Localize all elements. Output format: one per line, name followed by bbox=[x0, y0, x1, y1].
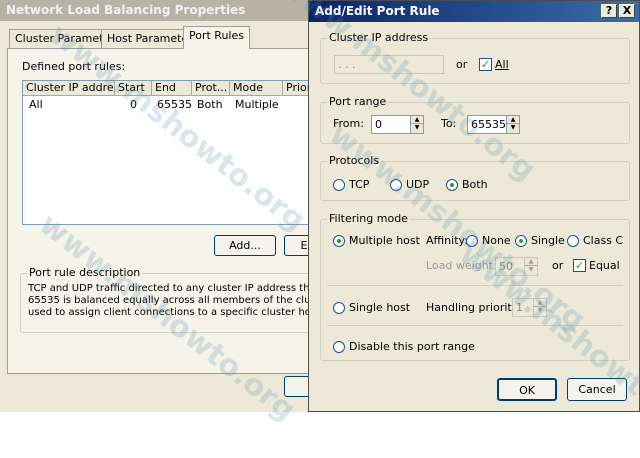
multiple-host-radio[interactable] bbox=[333, 235, 345, 247]
to-label: To: bbox=[441, 117, 457, 130]
spin-up-icon[interactable]: ▲ bbox=[534, 299, 546, 307]
single-host-label: Single host bbox=[349, 301, 411, 314]
spin-down-icon[interactable]: ▼ bbox=[411, 124, 423, 132]
spin-up-icon[interactable]: ▲ bbox=[411, 116, 423, 124]
multiple-host-label: Multiple host bbox=[349, 234, 420, 247]
from-port-input[interactable]: 0 bbox=[371, 115, 411, 134]
help-icon[interactable]: ? bbox=[601, 4, 617, 18]
nlb-window-title: Network Load Balancing Properties bbox=[0, 0, 312, 21]
affinity-none-label: None bbox=[482, 234, 511, 247]
affinity-single-radio[interactable] bbox=[515, 235, 527, 247]
add-edit-port-rule-dialog: Add/Edit Port Rule ? X Cluster IP addres… bbox=[308, 0, 640, 412]
port-rules-list[interactable]: Cluster IP address Start End Prot... Mod… bbox=[22, 80, 312, 225]
filtering-mode-group-title: Filtering mode bbox=[327, 212, 410, 226]
udp-radio[interactable] bbox=[390, 179, 402, 191]
affinity-single-label: Single bbox=[531, 234, 565, 247]
port-range-group-title: Port range bbox=[327, 95, 389, 109]
column-mode[interactable]: Mode bbox=[230, 81, 283, 96]
nlb-properties-window: Network Load Balancing Properties Cluste… bbox=[0, 0, 324, 412]
add-button[interactable]: Add... bbox=[214, 235, 276, 256]
tcp-radio[interactable] bbox=[333, 179, 345, 191]
cancel-button[interactable]: Cancel bbox=[567, 378, 627, 401]
handling-priority-input[interactable]: 1 bbox=[512, 298, 534, 317]
all-checkbox-label: All bbox=[495, 58, 509, 71]
defined-port-rules-label: Defined port rules: bbox=[22, 60, 126, 73]
equal-checkbox[interactable]: ✓ bbox=[573, 259, 586, 272]
all-checkbox[interactable]: ✓ bbox=[479, 58, 492, 71]
cluster-ip-or-label: or bbox=[456, 58, 468, 71]
load-weight-input[interactable]: 50 bbox=[495, 257, 525, 276]
affinity-class-c-radio[interactable] bbox=[567, 235, 579, 247]
spin-down-icon[interactable]: ▼ bbox=[534, 307, 546, 315]
disable-port-range-label: Disable this port range bbox=[349, 340, 475, 353]
both-radio[interactable] bbox=[446, 179, 458, 191]
spin-up-icon[interactable]: ▲ bbox=[507, 116, 519, 124]
description-line: TCP and UDP traffic directed to any clus… bbox=[28, 283, 312, 294]
list-header: Cluster IP address Start End Prot... Mod… bbox=[23, 81, 311, 96]
column-protocol[interactable]: Prot... bbox=[192, 81, 230, 96]
load-weight-spinner[interactable]: ▲ ▼ bbox=[524, 257, 538, 276]
to-port-input[interactable]: 65535 bbox=[467, 115, 507, 134]
from-label: From: bbox=[333, 117, 364, 130]
row-end: 65535 bbox=[157, 98, 192, 111]
tab-port-rules[interactable]: Port Rules bbox=[183, 26, 250, 49]
from-port-spinner[interactable]: ▲ ▼ bbox=[410, 115, 424, 134]
cluster-ip-field[interactable]: . . . bbox=[334, 55, 444, 74]
single-host-radio[interactable] bbox=[333, 302, 345, 314]
description-line: used to assign client connections to a s… bbox=[28, 307, 312, 318]
close-icon[interactable]: X bbox=[619, 4, 635, 18]
equal-checkbox-label: Equal bbox=[589, 259, 620, 272]
column-cluster-ip[interactable]: Cluster IP address bbox=[23, 81, 115, 96]
handling-priority-spinner[interactable]: ▲ ▼ bbox=[533, 298, 547, 317]
cluster-ip-group-title: Cluster IP address bbox=[327, 31, 431, 45]
description-title: Port rule description bbox=[27, 266, 143, 280]
port-rule-description-text: TCP and UDP traffic directed to any clus… bbox=[28, 283, 312, 319]
disable-port-range-radio[interactable] bbox=[333, 341, 345, 353]
protocols-group-title: Protocols bbox=[327, 154, 382, 168]
to-port-spinner[interactable]: ▲ ▼ bbox=[506, 115, 520, 134]
row-cluster-ip: All bbox=[29, 98, 43, 111]
load-weight-or-label: or bbox=[552, 259, 564, 272]
row-protocol: Both bbox=[197, 98, 223, 111]
column-end[interactable]: End bbox=[152, 81, 192, 96]
affinity-none-radio[interactable] bbox=[466, 235, 478, 247]
filtering-divider bbox=[327, 325, 623, 326]
affinity-label: Affinity: bbox=[426, 234, 468, 247]
both-radio-label: Both bbox=[462, 178, 488, 191]
ok-button[interactable]: OK bbox=[497, 378, 557, 401]
row-mode: Multiple bbox=[235, 98, 279, 111]
affinity-class-c-label: Class C bbox=[583, 234, 624, 247]
tcp-radio-label: TCP bbox=[349, 178, 370, 191]
dialog-title-text: Add/Edit Port Rule bbox=[315, 4, 440, 18]
handling-priority-label: Handling priority: bbox=[426, 301, 522, 314]
dialog-title: Add/Edit Port Rule ? X bbox=[309, 1, 639, 22]
spin-down-icon[interactable]: ▼ bbox=[507, 124, 519, 132]
row-start: 0 bbox=[130, 98, 137, 111]
spin-up-icon[interactable]: ▲ bbox=[525, 258, 537, 266]
filtering-divider bbox=[327, 285, 623, 286]
load-weight-label: Load weight: bbox=[426, 259, 497, 272]
description-line: 65535 is balanced equally across all mem… bbox=[28, 295, 312, 306]
udp-radio-label: UDP bbox=[406, 178, 430, 191]
spin-down-icon[interactable]: ▼ bbox=[525, 266, 537, 274]
column-start[interactable]: Start bbox=[115, 81, 152, 96]
